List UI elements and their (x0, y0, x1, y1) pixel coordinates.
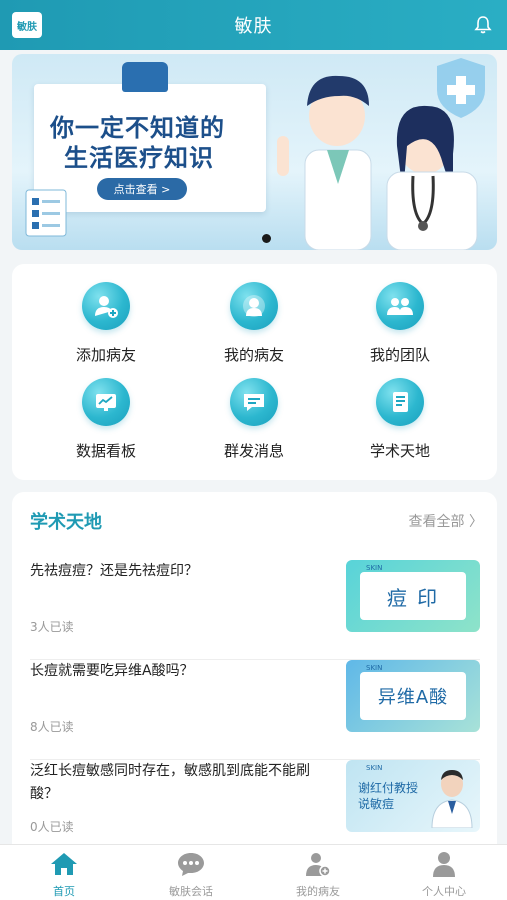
view-all-label: 查看全部 (408, 514, 465, 530)
app-logo[interactable]: 敏肤 (12, 12, 42, 38)
bottom-navigation: 首页 敏肤会话 我的病友 个人中心 (0, 844, 507, 900)
skin-logo-icon: SKIN (366, 664, 383, 672)
article-thumbnail: SKIN 异维A酸 (346, 660, 480, 732)
quick-link-my-patients[interactable]: 我的病友 (194, 282, 314, 372)
nav-label: 我的病友 (296, 885, 340, 898)
quick-link-broadcast[interactable]: 群发消息 (194, 378, 314, 468)
clipboard-clip (122, 62, 168, 92)
bell-icon[interactable] (473, 15, 493, 35)
home-icon (51, 853, 77, 875)
quick-link-label: 我的病友 (223, 346, 284, 364)
article-thumbnail: SKIN 痘 印 (346, 560, 480, 632)
article-item[interactable]: 先祛痘痘？还是先祛痘印？ 3人已读 SKIN 痘 印 (30, 560, 480, 660)
doctors-illustration (277, 58, 485, 250)
quick-link-add-patient[interactable]: 添加病友 (46, 282, 166, 372)
checklist-icon (25, 189, 67, 237)
add-patient-icon (82, 282, 130, 330)
article-read-count: 0人已读 (30, 820, 74, 834)
academic-icon (376, 378, 424, 426)
nav-home[interactable]: 首页 (14, 851, 114, 899)
team-icon (376, 282, 424, 330)
carousel-indicator[interactable] (262, 234, 271, 243)
skin-logo-icon: SKIN (366, 764, 383, 772)
article-title: 长痘就需要吃异维A酸吗？ (30, 663, 194, 679)
nav-label: 敏肤会话 (169, 885, 213, 898)
nav-my-patients[interactable]: 我的病友 (268, 851, 368, 899)
nav-chat[interactable]: 敏肤会话 (141, 851, 241, 899)
patient-add-icon (306, 853, 331, 877)
nav-label: 个人中心 (422, 885, 466, 898)
academic-section: 学术天地 查看全部 〉 先祛痘痘？还是先祛痘印？ 3人已读 SKIN 痘 印 长… (12, 492, 497, 844)
thumbnail-text: 痘 印 (386, 585, 440, 610)
quick-link-label: 群发消息 (223, 442, 284, 460)
quick-link-label: 我的团队 (369, 346, 430, 364)
view-all-link[interactable]: 查看全部 〉 (409, 511, 483, 531)
article-read-count: 8人已读 (30, 720, 74, 734)
section-title: 学术天地 (30, 512, 102, 533)
quick-link-my-team[interactable]: 我的团队 (340, 282, 460, 372)
top-bar: 敏肤 敏肤 (0, 0, 507, 50)
skin-logo-icon: SKIN (366, 564, 383, 572)
quick-link-label: 添加病友 (75, 346, 136, 364)
nav-label: 首页 (53, 885, 75, 898)
chat-bubble-icon (178, 853, 204, 876)
patient-icon (230, 282, 278, 330)
article-item[interactable]: 泛红长痘敏感同时存在，敏感肌到底能不能刷酸？ 0人已读 SKIN 谢红付教授 说… (30, 760, 480, 844)
professor-portrait (431, 770, 473, 828)
page-title: 敏肤 (234, 16, 273, 37)
quick-link-dashboard[interactable]: 数据看板 (46, 378, 166, 468)
quick-link-label: 数据看板 (75, 442, 136, 460)
chevron-right-icon: 〉 (469, 514, 483, 530)
quick-link-label: 学术天地 (369, 442, 430, 460)
dashboard-icon (82, 378, 130, 426)
thumbnail-text: 异维A酸 (377, 687, 449, 708)
broadcast-message-icon (230, 378, 278, 426)
thumbnail-text: 谢红付教授 说敏痘 (358, 781, 419, 811)
user-icon (433, 852, 455, 877)
article-title: 先祛痘痘？还是先祛痘印？ (30, 563, 198, 579)
quick-link-academic[interactable]: 学术天地 (340, 378, 460, 468)
banner-headline-2: 生活医疗知识 (64, 144, 214, 172)
article-item[interactable]: 长痘就需要吃异维A酸吗？ 8人已读 SKIN 异维A酸 (30, 660, 480, 760)
nav-profile[interactable]: 个人中心 (394, 851, 494, 899)
article-read-count: 3人已读 (30, 620, 74, 634)
banner-view-button[interactable]: 点击查看 > (97, 178, 187, 200)
article-title: 泛红长痘敏感同时存在，敏感肌到底能不能刷酸？ (30, 763, 310, 802)
quick-links-panel: 添加病友 我的病友 我的团队 数据看板 群发消息 学术天地 (12, 264, 497, 480)
article-thumbnail: SKIN 谢红付教授 说敏痘 (346, 760, 480, 832)
